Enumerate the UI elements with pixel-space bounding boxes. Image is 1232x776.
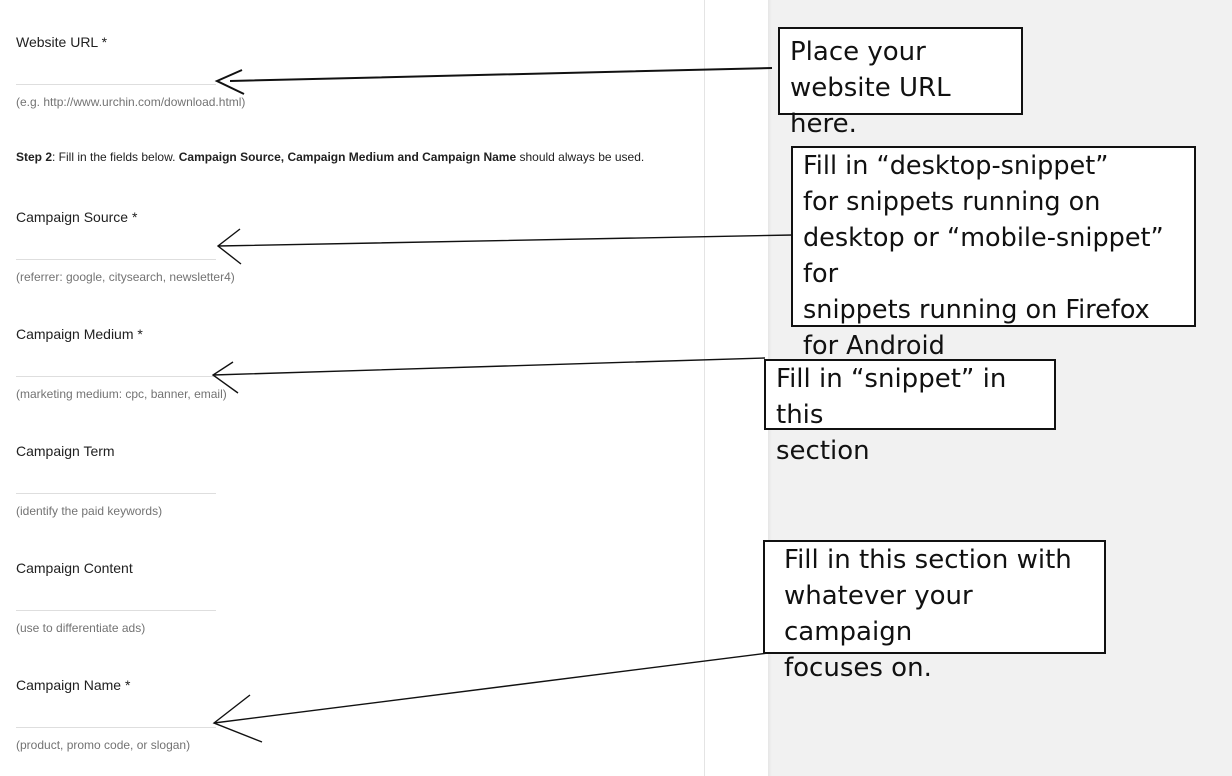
medium-annotation-box: Fill in “snippet” in this section — [764, 359, 1056, 466]
name-arrow — [212, 649, 793, 743]
name-annotation-box: Fill in this section with whatever your … — [763, 540, 1106, 683]
medium-arrow — [211, 357, 766, 394]
source-arrow — [216, 228, 794, 265]
url-annotation-box: Place your website URL here. — [778, 27, 1023, 139]
url-arrow — [214, 67, 773, 95]
source-annotation-box: Fill in “desktop-snippet” for snippets r… — [791, 146, 1196, 361]
